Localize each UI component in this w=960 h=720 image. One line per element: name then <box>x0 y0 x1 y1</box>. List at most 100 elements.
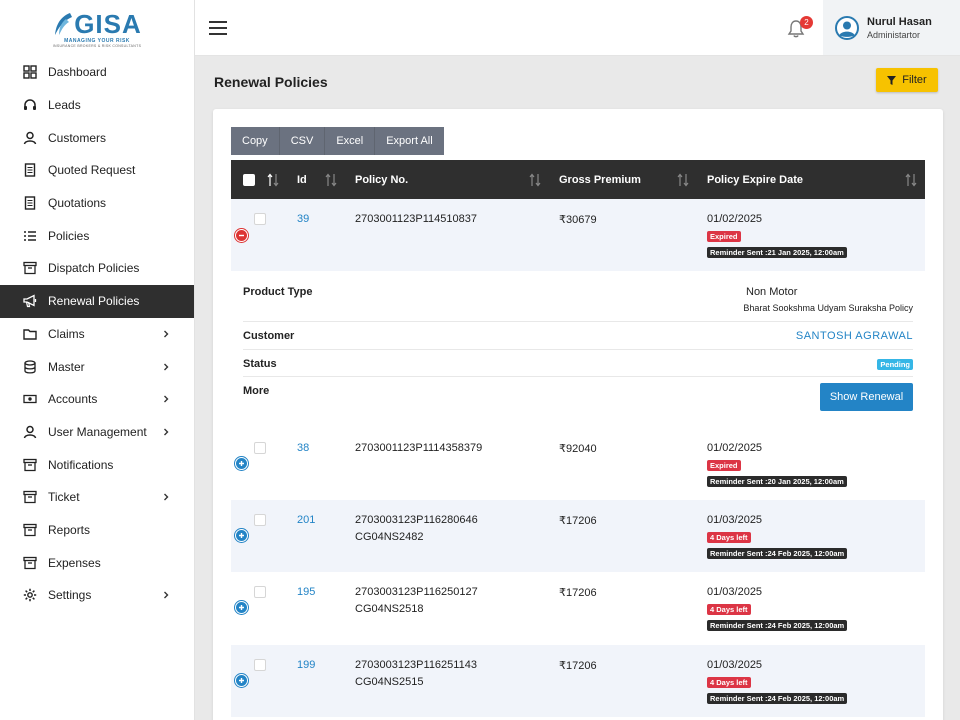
sidebar-item-reports[interactable]: Reports <box>0 514 194 547</box>
chevron-right-icon <box>162 591 170 599</box>
row-checkbox[interactable] <box>254 213 266 225</box>
product-name: Bharat Sookshma Udyam Suraksha Policy <box>743 303 913 313</box>
sidebar-item-master[interactable]: Master <box>0 350 194 383</box>
sidebar-item-renewal-policies[interactable]: Renewal Policies <box>0 284 194 318</box>
show-renewal-button[interactable]: Show Renewal <box>820 383 913 411</box>
row-checkbox[interactable] <box>254 442 266 454</box>
expand-row-icon[interactable] <box>235 674 248 687</box>
sidebar-item-settings[interactable]: Settings <box>0 579 194 612</box>
sort-icon[interactable] <box>677 173 689 187</box>
archive-icon <box>22 555 37 570</box>
sidebar-item-label: Quotations <box>48 196 107 211</box>
sidebar-item-quoted-request[interactable]: Quoted Request <box>0 154 194 187</box>
headset-icon <box>22 98 37 113</box>
policy-number: 2703003123P116251143 <box>355 659 477 671</box>
sidebar-item-claims[interactable]: Claims <box>0 318 194 351</box>
column-header-policy-expire-date[interactable]: Policy Expire Date <box>707 160 803 199</box>
brand-logo[interactable]: GISA MANAGING YOUR RISK INSURANCE BROKER… <box>0 0 194 56</box>
sidebar-item-customers[interactable]: Customers <box>0 121 194 154</box>
sidebar-item-label: Claims <box>48 326 85 341</box>
gear-icon <box>22 588 37 603</box>
row-checkbox[interactable] <box>254 659 266 671</box>
table-row: 201 2703003123P116280646 CG04NS2482 ₹17206 0… <box>231 500 925 572</box>
sidebar-nav: Dashboard Leads Customers Quoted Request Quo… <box>0 56 194 612</box>
document-icon <box>22 196 37 211</box>
sidebar-item-label: Renewal Policies <box>48 294 140 309</box>
sidebar-item-expenses[interactable]: Expenses <box>0 546 194 579</box>
user-profile[interactable]: Nurul Hasan Administartor <box>823 0 960 55</box>
policy-expire-date: 01/02/2025 <box>707 213 763 225</box>
sort-icon[interactable] <box>905 173 917 187</box>
hamburger-menu-icon[interactable] <box>208 20 228 36</box>
row-checkbox[interactable] <box>254 586 266 598</box>
vehicle-number: CG04NS2518 <box>355 603 424 615</box>
user-icon <box>22 130 37 145</box>
sidebar-item-label: Reports <box>48 522 91 537</box>
logo-swoosh-icon <box>55 13 73 35</box>
gross-premium: ₹17206 <box>559 515 597 527</box>
sidebar-item-label: Expenses <box>48 555 101 570</box>
sidebar-item-user-management[interactable]: User Management <box>0 416 194 449</box>
dashboard-icon <box>22 65 37 80</box>
more-label: More <box>243 385 270 397</box>
row-id-link[interactable]: 38 <box>297 442 309 454</box>
row-id-link[interactable]: 39 <box>297 213 309 225</box>
row-id-link[interactable]: 195 <box>297 586 315 598</box>
sidebar-item-label: Leads <box>48 98 81 113</box>
page-title: Renewal Policies <box>214 74 328 90</box>
sidebar-item-policies[interactable]: Policies <box>0 219 194 252</box>
table-row: 199 2703003123P116251143 CG04NS2515 ₹17206 0… <box>231 645 925 717</box>
notification-count-badge: 2 <box>800 16 813 29</box>
row-id-link[interactable]: 201 <box>297 514 315 526</box>
sidebar-item-leads[interactable]: Leads <box>0 89 194 122</box>
expand-row-icon[interactable] <box>235 457 248 470</box>
sort-icon[interactable] <box>325 173 337 187</box>
sidebar-item-notifications[interactable]: Notifications <box>0 448 194 481</box>
copy-button[interactable]: Copy <box>231 127 280 155</box>
table-header: Id Policy No. Gross Premium Policy Expir… <box>231 160 925 199</box>
expiry-status-badge: Expired <box>707 231 741 242</box>
sidebar-item-quotations[interactable]: Quotations <box>0 187 194 220</box>
column-header-policy-no[interactable]: Policy No. <box>355 160 408 199</box>
avatar-icon <box>835 15 859 40</box>
column-header-id[interactable]: Id <box>297 160 307 199</box>
sidebar-item-dispatch-policies[interactable]: Dispatch Policies <box>0 252 194 285</box>
policy-number: 2703001123P114510837 <box>355 213 477 225</box>
filter-button[interactable]: Filter <box>876 68 938 92</box>
excel-button[interactable]: Excel <box>325 127 376 155</box>
sidebar-item-label: Policies <box>48 228 90 243</box>
sort-icon[interactable] <box>267 173 279 187</box>
document-icon <box>22 163 37 178</box>
table-row: 195 2703003123P116250127 CG04NS2518 ₹17206 0… <box>231 572 925 645</box>
reminder-badge: Reminder Sent :24 Feb 2025, 12:00am <box>707 620 848 631</box>
user-role: Administartor <box>867 29 921 40</box>
customer-link[interactable]: SANTOSH AGRAWAL <box>796 330 913 342</box>
csv-button[interactable]: CSV <box>279 127 326 155</box>
customer-label: Customer <box>243 330 295 342</box>
expiry-status-badge: 4 Days left <box>707 604 751 615</box>
gross-premium: ₹17206 <box>559 660 597 672</box>
divider <box>243 321 913 322</box>
export-all-button[interactable]: Export All <box>375 127 444 155</box>
expiry-status-badge: Expired <box>707 460 741 471</box>
sidebar-item-label: User Management <box>48 424 147 439</box>
gross-premium: ₹17206 <box>559 587 597 599</box>
row-checkbox[interactable] <box>254 514 266 526</box>
row-id-link[interactable]: 199 <box>297 659 315 671</box>
collapse-row-icon[interactable] <box>235 229 248 242</box>
select-all-checkbox[interactable] <box>243 174 255 186</box>
column-header-gross-premium[interactable]: Gross Premium <box>559 160 641 199</box>
expand-row-icon[interactable] <box>235 529 248 542</box>
expand-row-icon[interactable] <box>235 601 248 614</box>
sidebar-item-dashboard[interactable]: Dashboard <box>0 56 194 89</box>
user-name: Nurul Hasan <box>867 15 932 28</box>
reminder-badge: Reminder Sent :20 Jan 2025, 12:00am <box>707 476 847 487</box>
sort-icon[interactable] <box>529 173 541 187</box>
sidebar-item-label: Notifications <box>48 457 114 472</box>
sidebar-item-label: Ticket <box>48 490 80 505</box>
archive-icon <box>22 457 37 472</box>
sidebar-item-accounts[interactable]: Accounts <box>0 383 194 416</box>
sidebar-item-label: Quoted Request <box>48 163 136 178</box>
sidebar-item-ticket[interactable]: Ticket <box>0 481 194 514</box>
reminder-badge: Reminder Sent :24 Feb 2025, 12:00am <box>707 548 848 559</box>
